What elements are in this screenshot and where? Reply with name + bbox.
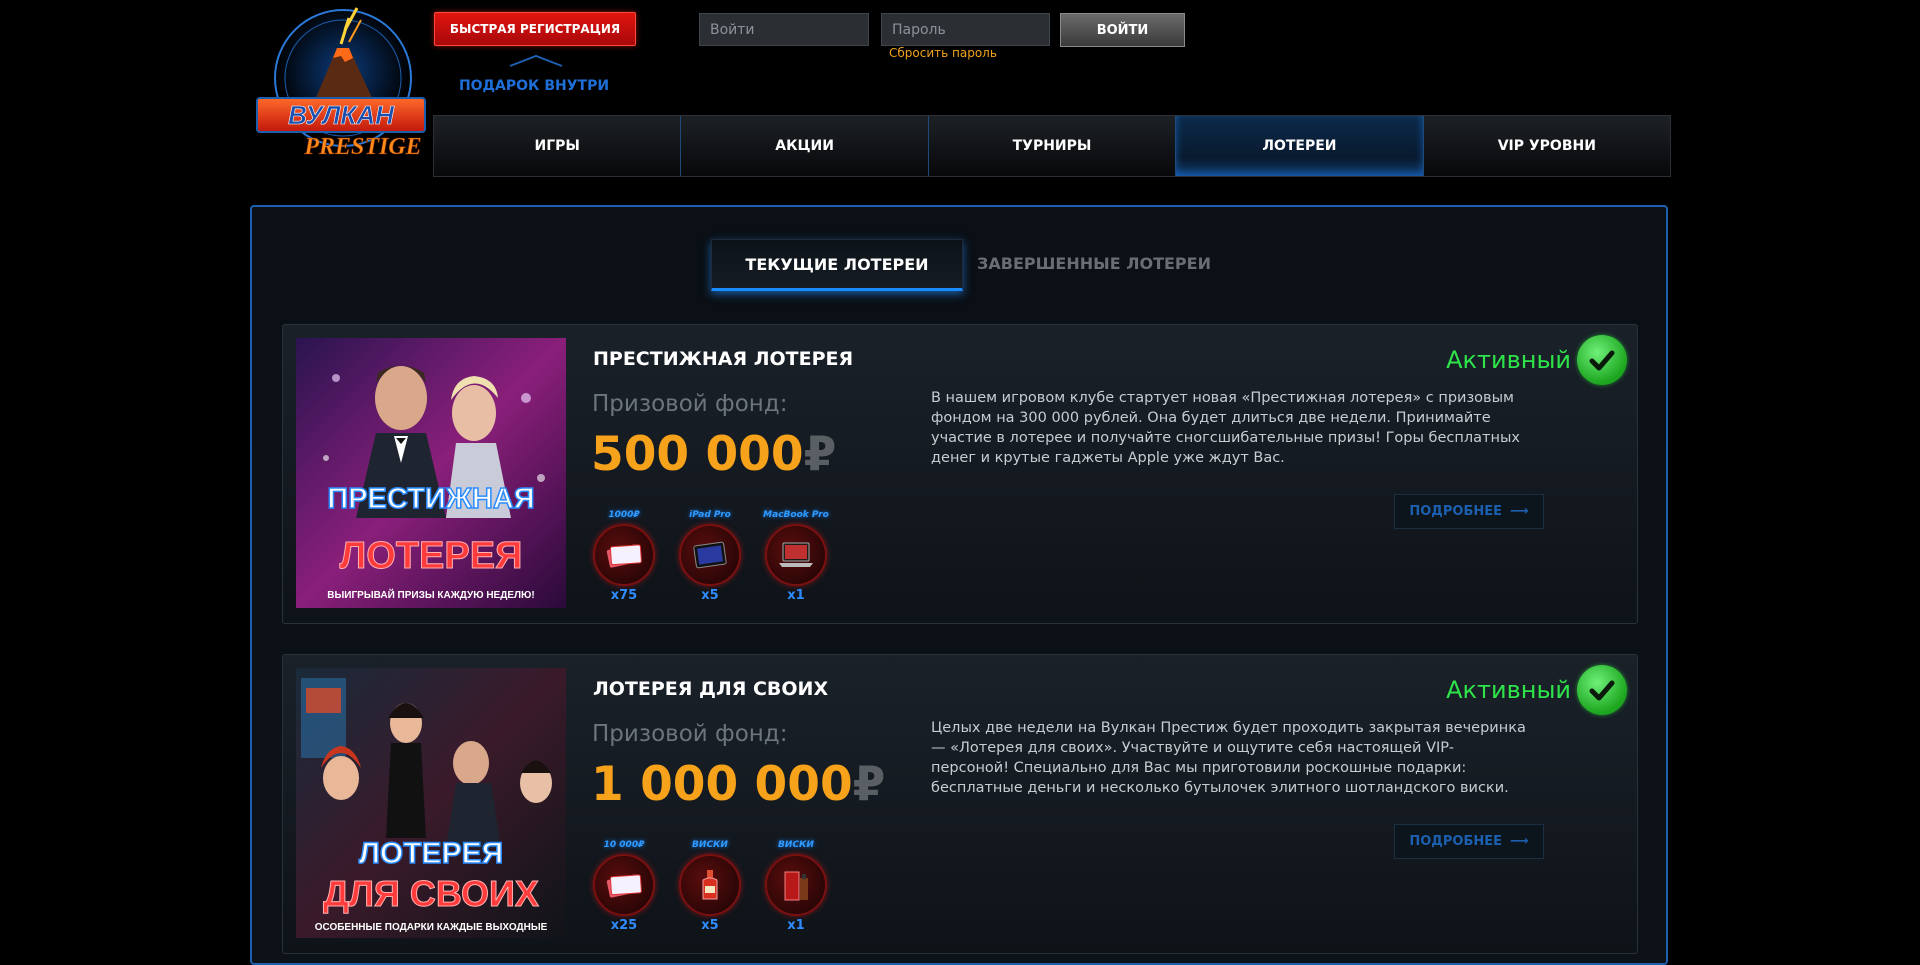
chevron-up-icon xyxy=(509,54,563,67)
prize-fund-label: Призовой фонд: xyxy=(592,721,788,747)
more-details-button[interactable]: ПОДРОБНЕЕ ⟶ xyxy=(1394,494,1544,529)
prize-list: 10 000₽ x25 ВИСКИ x5 ВИСКИ x1 xyxy=(591,840,829,933)
tab-finished-lotteries[interactable]: ЗАВЕРШЕННЫЕ ЛОТЕРЕИ xyxy=(964,239,1224,287)
whisky-box-icon xyxy=(765,854,827,916)
prize-count: x5 xyxy=(701,918,719,933)
lotteries-panel: ТЕКУЩИЕ ЛОТЕРЕИ ЗАВЕРШЕННЫЕ ЛОТЕРЕИ ПРЕС… xyxy=(250,205,1668,965)
currency-ruble: ₽ xyxy=(852,757,886,812)
prize-fund-value: 500 000₽ xyxy=(591,427,837,482)
status-label: Активный xyxy=(1446,346,1571,374)
banner-title: ЛОТЕРЕЯ xyxy=(359,837,503,870)
prize-item[interactable]: 10 000₽ x25 xyxy=(591,840,657,933)
prize-label: MacBook Pro xyxy=(763,510,829,520)
currency-ruble: ₽ xyxy=(803,427,837,482)
prize-label: 1000₽ xyxy=(608,510,640,520)
prize-item[interactable]: ВИСКИ x1 xyxy=(763,840,829,933)
prize-count: x5 xyxy=(701,588,719,603)
prize-item[interactable]: ВИСКИ x5 xyxy=(677,840,743,933)
nav-item-games[interactable]: ИГРЫ xyxy=(434,116,682,176)
tablet-icon xyxy=(679,524,741,586)
nav-item-vip-levels[interactable]: VIP УРОВНИ xyxy=(1424,116,1670,176)
nav-item-lotteries[interactable]: ЛОТЕРЕИ xyxy=(1176,116,1424,176)
status-badge: Активный xyxy=(1446,665,1627,715)
lottery-title: ЛОТЕРЕЯ ДЛЯ СВОИХ xyxy=(593,678,829,700)
more-details-button[interactable]: ПОДРОБНЕЕ ⟶ xyxy=(1394,824,1544,859)
prize-count: x75 xyxy=(610,588,638,603)
lottery-banner-image[interactable]: ЛОТЕРЕЯ ДЛЯ СВОИХ ОСОБЕННЫЕ ПОДАРКИ КАЖД… xyxy=(296,668,566,938)
gift-inside-link[interactable]: ПОДАРОК ВНУТРИ xyxy=(434,78,634,94)
lottery-banner-image[interactable]: ПРЕСТИЖНАЯ ЛОТЕРЕЯ ВЫИГРЫВАЙ ПРИЗЫ КАЖДУ… xyxy=(296,338,566,608)
prize-label: iPad Pro xyxy=(689,510,731,520)
main-nav: ИГРЫ АКЦИИ ТУРНИРЫ ЛОТЕРЕИ VIP УРОВНИ xyxy=(433,115,1671,177)
banner-subtitle: ДЛЯ СВОИХ xyxy=(323,873,539,914)
bottle-icon xyxy=(679,854,741,916)
prize-label: ВИСКИ xyxy=(778,840,814,850)
password-input[interactable] xyxy=(881,13,1050,46)
prize-fund-value: 1 000 000₽ xyxy=(591,757,886,812)
login-input[interactable] xyxy=(699,13,869,46)
more-details-label: ПОДРОБНЕЕ xyxy=(1409,834,1502,849)
site-logo[interactable]: ВУЛКАН PRESTIGE xyxy=(253,0,433,165)
reset-password-link[interactable]: Сбросить пароль xyxy=(889,46,997,60)
tab-current-lotteries[interactable]: ТЕКУЩИЕ ЛОТЕРЕИ xyxy=(711,239,963,291)
prize-item[interactable]: MacBook Pro x1 xyxy=(763,510,829,603)
checkmark-icon xyxy=(1577,665,1627,715)
prize-fund-label: Призовой фонд: xyxy=(592,391,788,417)
prize-label: 10 000₽ xyxy=(603,840,645,850)
banner-caption: ОСОБЕННЫЕ ПОДАРКИ КАЖДЫЕ ВЫХОДНЫЕ xyxy=(315,922,548,933)
lottery-description: Целых две недели на Вулкан Престиж будет… xyxy=(931,720,1526,796)
banner-subtitle: ЛОТЕРЕЯ xyxy=(340,535,523,577)
lottery-card: ЛОТЕРЕЯ ДЛЯ СВОИХ ОСОБЕННЫЕ ПОДАРКИ КАЖД… xyxy=(282,654,1638,954)
logo-title: ВУЛКАН xyxy=(288,100,395,130)
banner-title: ПРЕСТИЖНАЯ xyxy=(327,483,534,515)
prize-list: 1000₽ x75 iPad Pro x5 MacBook Pro x1 xyxy=(591,510,829,603)
money-icon xyxy=(593,854,655,916)
nav-item-tournaments[interactable]: ТУРНИРЫ xyxy=(929,116,1177,176)
prize-count: x25 xyxy=(610,918,638,933)
lottery-description: В нашем игровом клубе стартует новая «Пр… xyxy=(931,390,1520,466)
status-badge: Активный xyxy=(1446,335,1627,385)
banner-caption: ВЫИГРЫВАЙ ПРИЗЫ КАЖДУЮ НЕДЕЛЮ! xyxy=(327,588,534,601)
money-icon xyxy=(593,524,655,586)
laptop-icon xyxy=(765,524,827,586)
more-details-label: ПОДРОБНЕЕ xyxy=(1409,504,1502,519)
lottery-card: ПРЕСТИЖНАЯ ЛОТЕРЕЯ ВЫИГРЫВАЙ ПРИЗЫ КАЖДУ… xyxy=(282,324,1638,624)
login-button[interactable]: ВОЙТИ xyxy=(1060,13,1185,47)
arrow-right-icon: ⟶ xyxy=(1510,834,1529,849)
lottery-title: ПРЕСТИЖНАЯ ЛОТЕРЕЯ xyxy=(593,348,854,370)
nav-item-promotions[interactable]: АКЦИИ xyxy=(681,116,929,176)
prize-label: ВИСКИ xyxy=(692,840,728,850)
prize-count: x1 xyxy=(787,918,805,933)
status-label: Активный xyxy=(1446,676,1571,704)
checkmark-icon xyxy=(1577,335,1627,385)
arrow-right-icon: ⟶ xyxy=(1510,504,1529,519)
prize-count: x1 xyxy=(787,588,805,603)
prize-item[interactable]: iPad Pro x5 xyxy=(677,510,743,603)
prize-item[interactable]: 1000₽ x75 xyxy=(591,510,657,603)
logo-subtitle: PRESTIGE xyxy=(303,134,421,160)
quick-register-button[interactable]: БЫСТРАЯ РЕГИСТРАЦИЯ xyxy=(434,12,636,46)
